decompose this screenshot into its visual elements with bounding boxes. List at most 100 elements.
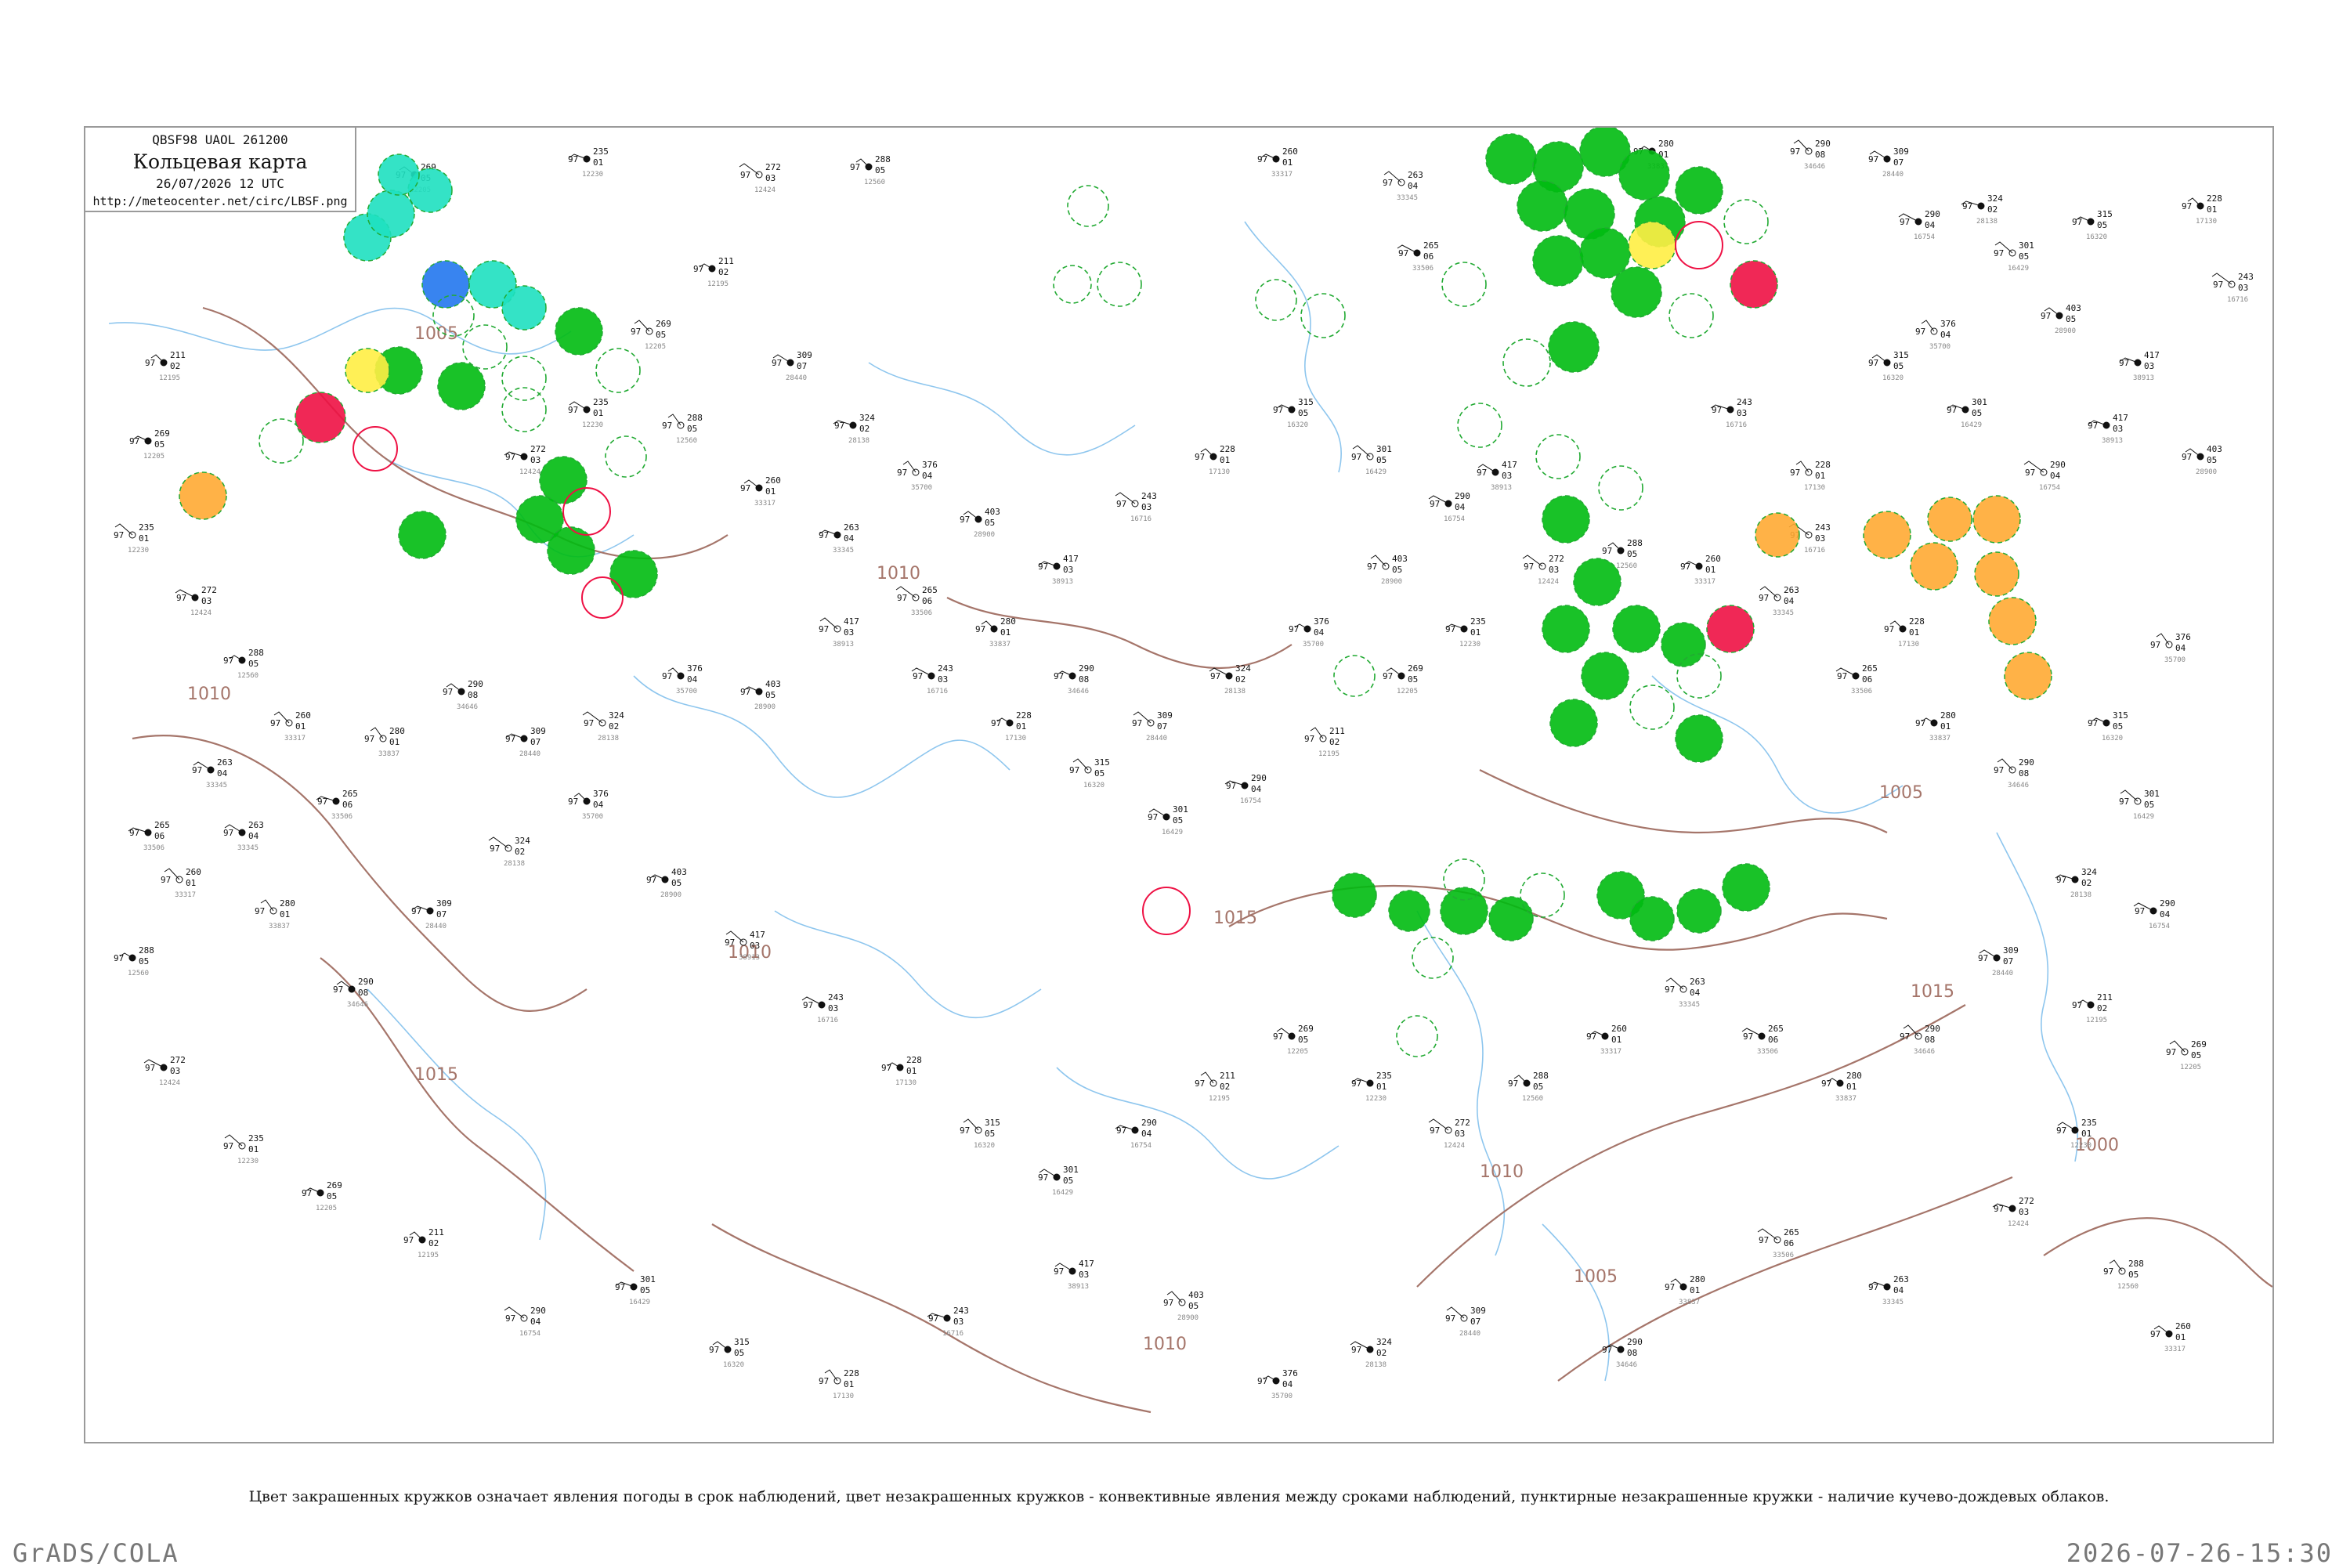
station-tendency: 03 xyxy=(828,1003,838,1013)
station-id: 28138 xyxy=(1224,688,1246,695)
station-plot: 228 97 01 17130 xyxy=(1790,460,1831,492)
station-id: 33837 xyxy=(269,923,290,930)
station-temp: 97 xyxy=(2056,1125,2066,1136)
station-temp: 97 xyxy=(1508,1078,1518,1089)
station-temp: 97 xyxy=(1257,1376,1267,1386)
station-pressure: 309 xyxy=(530,726,546,736)
isobar-1005-east xyxy=(1479,769,1888,834)
isobar-1005-se xyxy=(1557,1176,2013,1382)
station-tendency: 05 xyxy=(2066,314,2076,324)
station-pressure: 417 xyxy=(1079,1259,1094,1269)
station-id: 16754 xyxy=(1914,233,1935,241)
station-tendency: 03 xyxy=(1815,533,1825,544)
station-temp: 97 xyxy=(129,436,139,446)
station-plot: 301 97 05 16429 xyxy=(1038,1165,1079,1197)
station-tendency: 01 xyxy=(280,909,290,919)
station-plot: 376 97 04 35700 xyxy=(1289,616,1329,649)
station-pressure: 263 xyxy=(1690,977,1705,987)
station-pressure: 290 xyxy=(2160,898,2175,909)
station-tendency: 05 xyxy=(1533,1082,1543,1092)
station-pressure: 228 xyxy=(906,1055,922,1065)
station-temp: 97 xyxy=(2072,1000,2082,1010)
station-tendency: 01 xyxy=(1220,455,1230,465)
station-tendency: 03 xyxy=(2019,1207,2029,1217)
station-pressure: 243 xyxy=(2238,272,2254,282)
station-plot: 228 97 01 17130 xyxy=(1195,444,1235,476)
station-id: 33506 xyxy=(143,844,164,852)
station-temp: 97 xyxy=(1994,1204,2004,1214)
station-id: 12195 xyxy=(1209,1095,1230,1103)
station-temp: 97 xyxy=(897,468,907,478)
station-pressure: 260 xyxy=(1611,1024,1627,1034)
station-id: 12424 xyxy=(2008,1220,2029,1228)
station-plot: 315 97 05 16320 xyxy=(2072,209,2113,241)
legend-caption: Цвет закрашенных кружков означает явлени… xyxy=(248,1488,2110,1505)
rain-circle xyxy=(1440,887,1488,935)
station-tendency: 01 xyxy=(1611,1035,1622,1045)
station-plot: 376 97 04 35700 xyxy=(568,789,609,821)
station-tendency: 05 xyxy=(2191,1050,2201,1060)
station-tendency: 06 xyxy=(1784,1238,1794,1248)
station-pressure: 403 xyxy=(985,507,1000,517)
station-id: 17130 xyxy=(1005,735,1026,742)
station-id: 33345 xyxy=(1882,1299,1904,1306)
station-temp: 97 xyxy=(568,405,578,415)
station-plot: 260 97 01 33317 xyxy=(1257,146,1298,179)
station-id: 12205 xyxy=(2180,1064,2201,1071)
station-plot: 228 97 01 17130 xyxy=(881,1055,922,1087)
station-pressure: 280 xyxy=(1690,1274,1705,1284)
station-id: 35700 xyxy=(1929,343,1950,351)
station-id: 16429 xyxy=(1162,829,1183,836)
station-temp: 97 xyxy=(1132,718,1142,728)
station-plot: 324 97 02 28138 xyxy=(833,413,875,445)
station-plot: 315 97 05 16320 xyxy=(1273,397,1314,429)
station-id: 16320 xyxy=(723,1361,744,1369)
station-plot: 260 97 01 33317 xyxy=(161,867,201,899)
station-tendency: 05 xyxy=(671,878,682,888)
station-pressure: 243 xyxy=(1141,491,1157,501)
station-pressure: 263 xyxy=(1408,170,1423,180)
station-id: 12424 xyxy=(1444,1142,1465,1150)
station-id: 33317 xyxy=(2164,1346,2186,1353)
station-id: 16716 xyxy=(817,1017,838,1024)
station-pressure: 290 xyxy=(1815,139,1831,149)
station-plot: 228 97 01 17130 xyxy=(819,1368,859,1400)
station-tendency: 04 xyxy=(248,831,259,841)
station-tendency: 01 xyxy=(2207,204,2217,215)
rain-circle xyxy=(1542,495,1590,544)
station-id: 28440 xyxy=(519,750,540,758)
station-plot: 290 97 04 16754 xyxy=(1115,1118,1157,1150)
station-pressure: 301 xyxy=(1376,444,1392,454)
station-id: 33506 xyxy=(911,609,932,617)
station-temp: 97 xyxy=(881,1063,891,1073)
station-plot: 280 97 01 33837 xyxy=(255,898,295,930)
station-tendency: 03 xyxy=(750,941,760,951)
station-temp: 97 xyxy=(1884,624,1894,634)
station-plot: 260 97 01 33317 xyxy=(270,710,311,742)
station-temp: 97 xyxy=(1210,671,1220,681)
station-id: 12230 xyxy=(2070,1142,2092,1150)
station-temp: 97 xyxy=(568,797,578,807)
rain-circle xyxy=(1675,714,1723,763)
station-tendency: 04 xyxy=(1690,988,1701,998)
station-plot: 265 97 06 33506 xyxy=(1757,1227,1799,1259)
station-tendency: 05 xyxy=(1376,455,1386,465)
station-plot: 243 97 03 16716 xyxy=(1710,397,1752,429)
station-tendency: 05 xyxy=(640,1285,650,1295)
station-tendency: 03 xyxy=(1455,1129,1465,1139)
station-plot: 272 97 03 12424 xyxy=(175,585,217,617)
station-temp: 97 xyxy=(114,530,124,540)
station-tendency: 04 xyxy=(1940,330,1951,340)
station-temp: 97 xyxy=(1289,624,1299,634)
station-temp: 97 xyxy=(2150,1329,2160,1339)
station-pressure: 211 xyxy=(428,1227,444,1237)
station-temp: 97 xyxy=(1351,452,1361,462)
station-temp: 97 xyxy=(2166,1047,2176,1057)
isobar-labels: 1005 1010 1015 1005 1015 1010 1000 1010 … xyxy=(187,324,2119,1354)
station-plot: 324 97 02 28138 xyxy=(2055,867,2097,899)
station-pressure: 417 xyxy=(844,616,859,627)
station-tendency: 02 xyxy=(1235,674,1246,685)
station-id: 16429 xyxy=(1961,421,1982,429)
isobar-label: 1005 xyxy=(1879,783,1923,803)
rain-circle xyxy=(1532,235,1584,287)
